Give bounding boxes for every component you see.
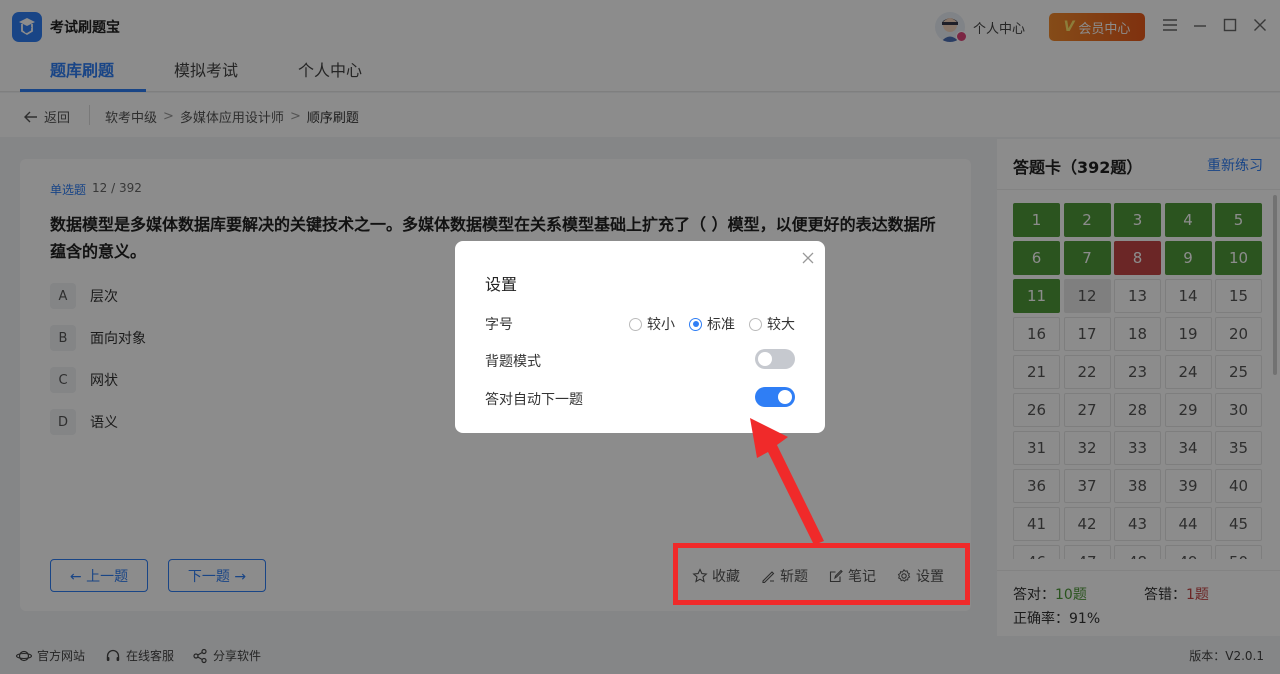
font-size-radio-group: 较小 标准 较大 <box>629 314 795 334</box>
memorize-mode-toggle[interactable] <box>755 349 795 369</box>
toggle-knob <box>778 390 792 404</box>
radio-label: 较大 <box>767 317 795 333</box>
memorize-mode-label: 背题模式 <box>485 354 541 370</box>
radio-label: 较小 <box>647 317 675 333</box>
modal-close-icon[interactable] <box>801 251 815 265</box>
radio-button-checked <box>689 317 702 331</box>
radio-button <box>629 317 642 331</box>
toggle-knob <box>758 352 772 366</box>
font-size-standard-radio[interactable]: 标准 <box>689 314 735 334</box>
font-size-label: 字号 <box>485 317 513 333</box>
font-size-small-radio[interactable]: 较小 <box>629 314 675 334</box>
radio-button <box>749 317 762 331</box>
auto-next-label: 答对自动下一题 <box>485 392 583 408</box>
annotation-arrow-icon <box>750 418 824 545</box>
radio-label: 标准 <box>707 317 735 333</box>
auto-next-toggle[interactable] <box>755 387 795 407</box>
font-size-large-radio[interactable]: 较大 <box>749 314 795 334</box>
modal-title: 设置 <box>485 275 518 294</box>
